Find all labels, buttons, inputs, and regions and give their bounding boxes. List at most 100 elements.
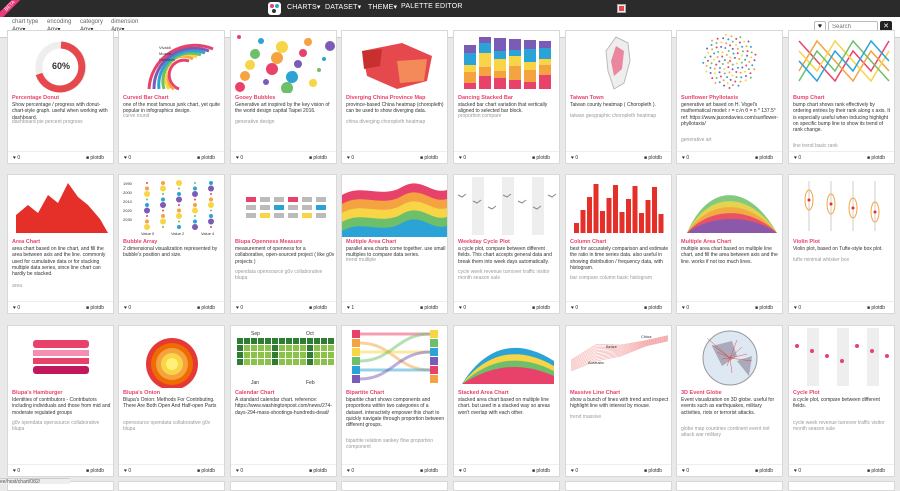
chart-card[interactable]: Multiple Area Chart multiple area chart b… — [676, 174, 783, 314]
nav-charts[interactable]: CHARTS▾ — [287, 3, 321, 11]
chart-title[interactable]: Blupa Openness Measure — [235, 239, 302, 245]
author-link[interactable]: ■ plotdb — [420, 155, 438, 161]
chart-tags[interactable]: bar compare column basic histogram — [570, 275, 670, 281]
chart-thumbnail[interactable] — [454, 175, 559, 237]
chart-card[interactable]: Blupa Openness Measure measurement of ope… — [230, 174, 337, 314]
chart-card[interactable]: Vivaldi Mozart Donatoni Curved Bar Chart one… — [118, 30, 225, 164]
author-link[interactable]: ■ plotdb — [197, 468, 215, 474]
chart-tags[interactable]: taiwan geographic choropleth heatmap — [570, 113, 670, 119]
chart-title[interactable]: Area Chart — [12, 239, 40, 245]
author-link[interactable]: ■ plotdb — [309, 305, 327, 311]
chart-title[interactable]: Multiple Area Chart — [346, 239, 396, 245]
chart-card[interactable]: Column Chart best for accurately comparis… — [565, 174, 672, 314]
chart-title[interactable]: Diverging China Province Map — [346, 95, 425, 101]
like-count[interactable]: ♥ 0 — [459, 155, 466, 161]
author-link[interactable]: ■ plotdb — [309, 468, 327, 474]
author-link[interactable]: ■ plotdb — [644, 305, 662, 311]
like-count[interactable]: ♥ 0 — [459, 468, 466, 474]
chart-title[interactable]: Bipartite Chart — [346, 390, 384, 396]
chart-card[interactable]: Multiple Area Chart parallel area charts … — [341, 174, 448, 314]
author-link[interactable]: ■ plotdb — [309, 155, 327, 161]
chart-tags[interactable]: tufte minimal whisker box — [793, 257, 893, 263]
chart-tags[interactable]: trend massive — [570, 414, 670, 420]
nav-palette-editor[interactable]: PALETTE EDITOR — [401, 3, 463, 10]
chart-thumbnail[interactable] — [677, 326, 782, 388]
chart-tags[interactable]: area — [12, 283, 112, 289]
chart-title[interactable]: Blupa's Onion — [123, 390, 160, 396]
chart-card[interactable] — [788, 481, 895, 491]
chart-card[interactable]: Weekday Cycle Plot a cycle plot, compare … — [453, 174, 560, 314]
chart-thumbnail[interactable]: 60% — [8, 31, 113, 93]
chart-card[interactable]: Blupa's Hamburger Identities of contribut… — [7, 325, 114, 477]
chart-thumbnail[interactable] — [119, 326, 224, 388]
chart-thumbnail[interactable] — [342, 31, 447, 93]
author-link[interactable]: ■ plotdb — [532, 305, 550, 311]
like-count[interactable]: ♥ 1 — [347, 305, 354, 311]
like-count[interactable]: ♥ 0 — [347, 155, 354, 161]
like-count[interactable]: ♥ 0 — [236, 155, 243, 161]
chart-card[interactable]: Diverging China Province Map province-bas… — [341, 30, 448, 164]
author-link[interactable]: ■ plotdb — [867, 468, 885, 474]
chart-title[interactable]: 3D Event Globe — [681, 390, 722, 396]
chart-tags[interactable]: curve round — [123, 113, 223, 119]
chart-tags[interactable]: china diverging choropleth heatmap — [346, 119, 446, 125]
chart-thumbnail[interactable] — [789, 175, 894, 237]
like-count[interactable]: ♥ 0 — [794, 468, 801, 474]
like-count[interactable]: ♥ 0 — [459, 305, 466, 311]
chart-tags[interactable]: generative art — [681, 137, 781, 143]
chart-card[interactable]: Gooey Bubbles Generative art inspired by … — [230, 30, 337, 164]
plotdb-logo-icon[interactable] — [268, 2, 281, 15]
like-count[interactable]: ♥ 0 — [124, 155, 131, 161]
chart-thumbnail[interactable] — [789, 326, 894, 388]
chart-tags[interactable]: bipartite relation sankey flow proportio… — [346, 438, 446, 451]
chart-thumbnail[interactable] — [342, 326, 447, 388]
author-link[interactable]: ■ plotdb — [197, 305, 215, 311]
chart-card[interactable] — [230, 481, 337, 491]
chart-title[interactable]: Cycle Plot — [793, 390, 820, 396]
chart-title[interactable]: Curved Bar Chart — [123, 95, 169, 101]
chart-tags[interactable]: cycle week revenue turnover traffic visi… — [458, 269, 558, 282]
author-link[interactable]: ■ plotdb — [532, 468, 550, 474]
like-count[interactable]: ♥ 0 — [682, 468, 689, 474]
like-count[interactable]: ♥ 0 — [13, 305, 20, 311]
author-link[interactable]: ■ plotdb — [86, 155, 104, 161]
chart-card[interactable]: Dancing Stacked Bar stacked bar chart var… — [453, 30, 560, 164]
chart-thumbnail[interactable] — [231, 31, 336, 93]
chart-thumbnail[interactable] — [677, 31, 782, 93]
chart-card[interactable]: 60% Percentage Donut Show percentage / pro… — [7, 30, 114, 164]
chart-card[interactable]: Stacked Area Chart stacked area chart bas… — [453, 325, 560, 477]
like-count[interactable]: ♥ 0 — [236, 305, 243, 311]
chart-title[interactable]: Calendar Chart — [235, 390, 274, 396]
chart-card[interactable]: Taiwan Town Taiwan county heatmap ( Choro… — [565, 30, 672, 164]
author-link[interactable]: ■ plotdb — [644, 468, 662, 474]
author-link[interactable]: ■ plotdb — [420, 305, 438, 311]
chart-card[interactable] — [453, 481, 560, 491]
chart-tags[interactable]: opensource opendata collaborative g0v bl… — [123, 420, 223, 433]
chart-tags[interactable]: opendata opensource g0v collaborative bl… — [235, 269, 335, 282]
like-count[interactable]: ♥ 0 — [124, 468, 131, 474]
chart-card[interactable] — [341, 481, 448, 491]
chart-title[interactable]: Column Chart — [570, 239, 606, 245]
like-count[interactable]: ♥ 0 — [571, 305, 578, 311]
chart-card[interactable] — [118, 481, 225, 491]
chart-card[interactable] — [676, 481, 783, 491]
chart-tags[interactable]: line trend basic rank — [793, 143, 893, 149]
chart-title[interactable]: Bubble Array — [123, 239, 157, 245]
author-link[interactable]: ■ plotdb — [644, 155, 662, 161]
author-link[interactable]: ■ plotdb — [86, 305, 104, 311]
author-link[interactable]: ■ plotdb — [867, 155, 885, 161]
chart-card[interactable]: 1990 2000 2010 2020 2030 Value 0 Value 2 Value … — [118, 174, 225, 314]
author-link[interactable]: ■ plotdb — [197, 155, 215, 161]
chart-card[interactable]: Cycle Plot a cycle plot, compare between … — [788, 325, 895, 477]
chart-title[interactable]: Taiwan Town — [570, 95, 604, 101]
like-count[interactable]: ♥ 0 — [347, 468, 354, 474]
chart-card[interactable]: Bipartite Chart bipartite chart shows com… — [341, 325, 448, 477]
chart-title[interactable]: Percentage Donut — [12, 95, 59, 101]
chart-card[interactable]: Bump Chart bump chart shows rank effectiv… — [788, 30, 895, 164]
chart-tags[interactable]: proportion compare — [458, 113, 558, 119]
like-count[interactable]: ♥ 0 — [236, 468, 243, 474]
like-count[interactable]: ♥ 0 — [794, 305, 801, 311]
chart-title[interactable]: Dancing Stacked Bar — [458, 95, 513, 101]
like-count[interactable]: ♥ 0 — [13, 468, 20, 474]
chart-thumbnail[interactable] — [454, 31, 559, 93]
